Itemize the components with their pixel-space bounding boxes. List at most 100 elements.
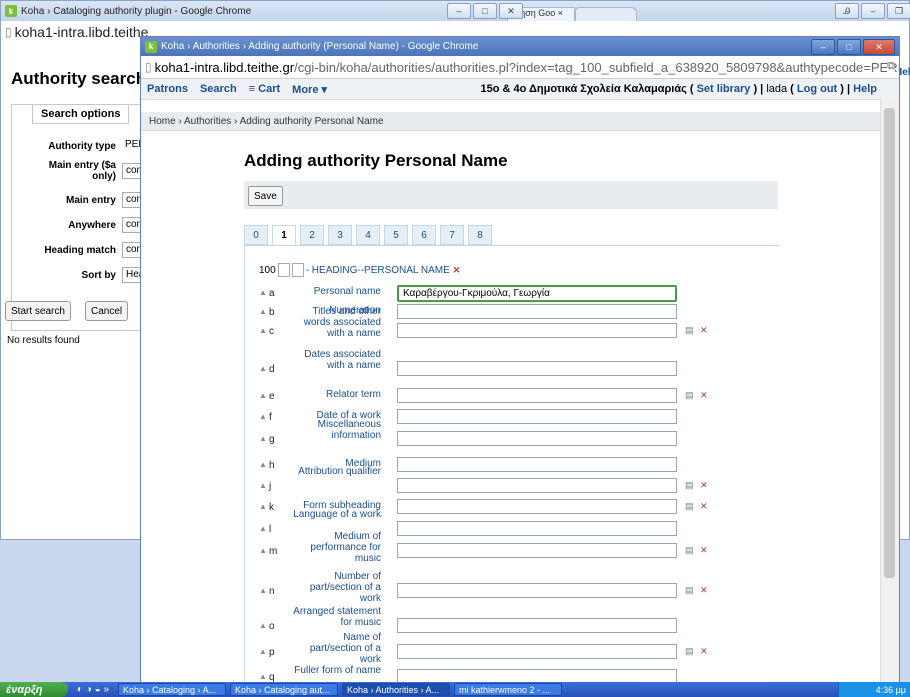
subfield-input-j[interactable] [397, 478, 677, 493]
nav-patrons[interactable]: Patrons [147, 83, 188, 95]
clone-subfield-icon[interactable]: ▤ [685, 646, 694, 657]
search-label: Heading match [44, 244, 116, 256]
main-entry-select[interactable]: conta [122, 192, 142, 208]
front-browser-window[interactable]: k Koha › Authorities › Adding authority … [140, 36, 900, 686]
delete-subfield-icon[interactable]: ✕ [700, 325, 708, 336]
subfield-input-f[interactable] [397, 409, 677, 424]
sort-by-select[interactable]: Head [122, 267, 142, 283]
subfield-input-a[interactable]: Καραβέργου-Γκριμούλα, Γεωργία [397, 285, 677, 302]
tab-0[interactable]: 0 [244, 225, 268, 245]
subfield-input-m[interactable] [397, 543, 677, 558]
start-search-button[interactable]: Start search [5, 301, 71, 321]
scrollbar-thumb[interactable] [884, 108, 895, 578]
breadcrumb[interactable]: Home › Authorities › Adding authority Pe… [141, 112, 899, 131]
taskbar-item[interactable]: Koha › Authorities › A... [342, 683, 450, 696]
indicator-2-input[interactable] [291, 263, 304, 277]
save-button[interactable]: Save [248, 186, 283, 206]
clone-subfield-icon[interactable]: ▤ [685, 390, 694, 401]
maximize-button[interactable]: □ [837, 39, 861, 55]
subfield-input-k[interactable] [397, 499, 677, 514]
move-subfield-icon[interactable]: ▲ [259, 391, 267, 400]
move-subfield-icon[interactable]: ▲ [259, 647, 267, 656]
cancel-button[interactable]: Cancel [85, 301, 129, 321]
delete-subfield-icon[interactable]: ✕ [700, 545, 708, 556]
nav-more[interactable]: More ▾ [292, 83, 327, 96]
vertical-scrollbar[interactable] [880, 98, 899, 685]
taskbar: έναρξη ◐ ◑ ◒ » Koha › Cataloging › A... K… [0, 682, 910, 697]
clone-subfield-icon[interactable]: ▤ [685, 480, 694, 491]
subfield-input-e[interactable] [397, 388, 677, 403]
close-button[interactable]: ✕ [863, 39, 895, 55]
tab-4[interactable]: 4 [356, 225, 380, 245]
close-button[interactable]: ✕ [499, 3, 523, 19]
clone-subfield-icon[interactable]: ▤ [685, 501, 694, 512]
move-subfield-icon[interactable]: ▲ [259, 460, 267, 469]
move-subfield-icon[interactable]: ▲ [259, 307, 267, 316]
anywhere-select[interactable]: conta [122, 217, 142, 233]
move-subfield-icon[interactable]: ▲ [259, 481, 267, 490]
logout-link[interactable]: Log out [797, 83, 837, 95]
delete-field-icon[interactable]: ✕ [453, 265, 461, 276]
quick-launch-icons[interactable]: ◐ ◑ ◒ » [68, 684, 118, 695]
page-action-icon[interactable]: ⧉ [887, 60, 895, 73]
authority-type-select[interactable]: PERS( [122, 138, 142, 154]
subfield-input-h[interactable] [397, 457, 677, 472]
move-subfield-icon[interactable]: ▲ [259, 621, 267, 630]
subfield-code: p [269, 647, 275, 658]
delete-subfield-icon[interactable]: ✕ [700, 390, 708, 401]
tab-5[interactable]: 5 [384, 225, 408, 245]
subfield-input-n[interactable] [397, 583, 677, 598]
subfield-input-c[interactable] [397, 323, 677, 338]
subfield-input-d[interactable] [397, 361, 677, 376]
delete-subfield-icon[interactable]: ✕ [700, 646, 708, 657]
subfield-input-l[interactable] [397, 521, 677, 536]
move-subfield-icon[interactable]: ▲ [259, 502, 267, 511]
minimize-button[interactable]: – [447, 3, 471, 19]
taskbar-item[interactable]: mi kathierwmeno 2 - ... [454, 683, 562, 696]
maximize-button[interactable]: □ [473, 3, 497, 19]
move-subfield-icon[interactable]: ▲ [259, 326, 267, 335]
tab-1[interactable]: 1 [272, 225, 296, 245]
nav-cart[interactable]: ≡ Cart [249, 83, 280, 95]
tab-8[interactable]: 8 [468, 225, 492, 245]
main-entry-a-select[interactable]: conta [122, 163, 142, 179]
restore-button[interactable]: ❐ [887, 3, 910, 19]
minimize-button[interactable]: – [861, 3, 885, 19]
user-icon[interactable]: Ꭿ [835, 3, 859, 19]
move-subfield-icon[interactable]: ▲ [259, 524, 267, 533]
taskbar-item[interactable]: Koha › Cataloging aut... [230, 683, 338, 696]
nav-search[interactable]: Search [200, 83, 237, 95]
tab-7[interactable]: 7 [440, 225, 464, 245]
front-address-bar[interactable]: ▯ koha1-intra.libd.teithe.gr/cgi-bin/koh… [141, 56, 899, 79]
subfield-input-o[interactable] [397, 618, 677, 633]
tab-2[interactable]: 2 [300, 225, 324, 245]
field-tabs: 012345678 [244, 225, 496, 245]
minimize-button[interactable]: – [811, 39, 835, 55]
clone-subfield-icon[interactable]: ▤ [685, 325, 694, 336]
subfield-code: d [269, 364, 275, 375]
clone-subfield-icon[interactable]: ▤ [685, 545, 694, 556]
heading-match-select[interactable]: conta [122, 242, 142, 258]
indicator-1-input[interactable] [277, 263, 290, 277]
subfield-input-g[interactable] [397, 431, 677, 446]
tab-3[interactable]: 3 [328, 225, 352, 245]
delete-subfield-icon[interactable]: ✕ [700, 480, 708, 491]
move-subfield-icon[interactable]: ▲ [259, 672, 267, 681]
move-subfield-icon[interactable]: ▲ [259, 434, 267, 443]
new-tab-button[interactable] [575, 7, 637, 22]
clone-subfield-icon[interactable]: ▤ [685, 585, 694, 596]
set-library-link[interactable]: Set library [697, 83, 751, 95]
tab-6[interactable]: 6 [412, 225, 436, 245]
start-button[interactable]: έναρξη [0, 682, 68, 697]
delete-subfield-icon[interactable]: ✕ [700, 585, 708, 596]
move-subfield-icon[interactable]: ▲ [259, 546, 267, 555]
move-subfield-icon[interactable]: ▲ [259, 364, 267, 373]
move-subfield-icon[interactable]: ▲ [259, 412, 267, 421]
move-subfield-icon[interactable]: ▲ [259, 288, 267, 297]
subfield-input-b[interactable] [397, 304, 677, 319]
subfield-input-p[interactable] [397, 644, 677, 659]
taskbar-item[interactable]: Koha › Cataloging › A... [118, 683, 226, 696]
move-subfield-icon[interactable]: ▲ [259, 586, 267, 595]
delete-subfield-icon[interactable]: ✕ [700, 501, 708, 512]
help-link[interactable]: Help [853, 83, 877, 95]
